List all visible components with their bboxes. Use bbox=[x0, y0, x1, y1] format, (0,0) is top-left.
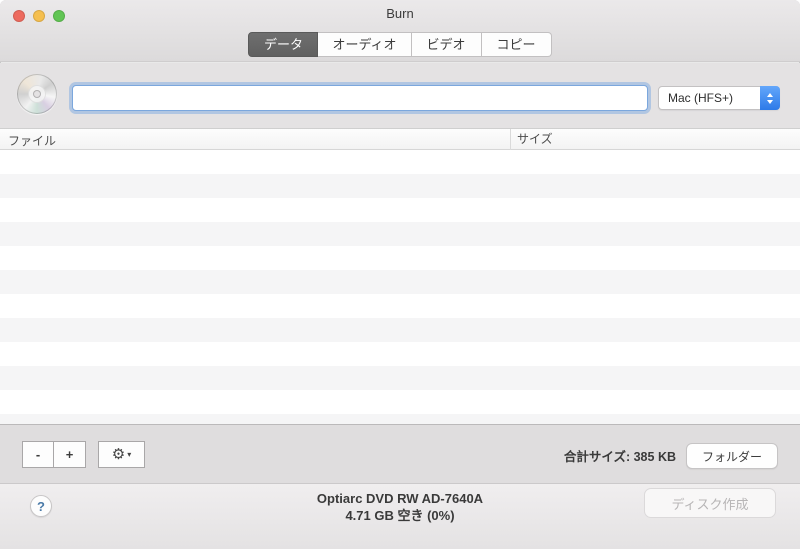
disc-name-input[interactable] bbox=[72, 85, 648, 111]
column-header-file[interactable]: ファイル bbox=[8, 132, 56, 149]
add-remove-segment: - + bbox=[22, 441, 86, 468]
tab-data[interactable]: データ bbox=[248, 32, 318, 57]
popup-arrows-icon bbox=[760, 86, 780, 110]
cd-disc-icon bbox=[17, 74, 57, 114]
mode-tabs: データ オーディオ ビデオ コピー bbox=[0, 32, 800, 57]
filesystem-selected-value: Mac (HFS+) bbox=[659, 91, 760, 105]
remove-item-button[interactable]: - bbox=[22, 441, 54, 468]
filesystem-select[interactable]: Mac (HFS+) bbox=[658, 86, 780, 110]
burn-window: Burn データ オーディオ ビデオ コピー Mac (HFS+) ファイル サ… bbox=[0, 0, 800, 549]
burn-disc-button[interactable]: ディスク作成 bbox=[644, 488, 776, 518]
footer-toolbar: - + ⚙ ▾ 合計サイズ: 385 KB フォルダー bbox=[0, 424, 800, 483]
folder-button[interactable]: フォルダー bbox=[686, 443, 778, 469]
add-item-button[interactable]: + bbox=[54, 441, 86, 468]
file-list[interactable] bbox=[0, 150, 800, 424]
window-title: Burn bbox=[0, 6, 800, 21]
status-bar: ? Optiarc DVD RW AD-7640A 4.71 GB 空き (0%… bbox=[0, 483, 800, 549]
total-size-label: 合計サイズ: bbox=[564, 450, 630, 464]
toolbar: Mac (HFS+) bbox=[0, 63, 800, 128]
tab-audio[interactable]: オーディオ bbox=[318, 32, 411, 57]
tab-copy[interactable]: コピー bbox=[482, 32, 552, 57]
tab-video[interactable]: ビデオ bbox=[412, 32, 482, 57]
title-bar: Burn データ オーディオ ビデオ コピー bbox=[0, 0, 800, 62]
gear-menu-button[interactable]: ⚙ ▾ bbox=[98, 441, 145, 468]
gear-icon: ⚙ bbox=[112, 447, 125, 462]
column-header-size[interactable]: サイズ bbox=[510, 129, 553, 150]
chevron-down-icon: ▾ bbox=[127, 450, 131, 459]
table-header: ファイル サイズ bbox=[0, 128, 800, 150]
total-size: 合計サイズ: 385 KB bbox=[564, 446, 676, 465]
total-size-value: 385 KB bbox=[634, 450, 676, 464]
